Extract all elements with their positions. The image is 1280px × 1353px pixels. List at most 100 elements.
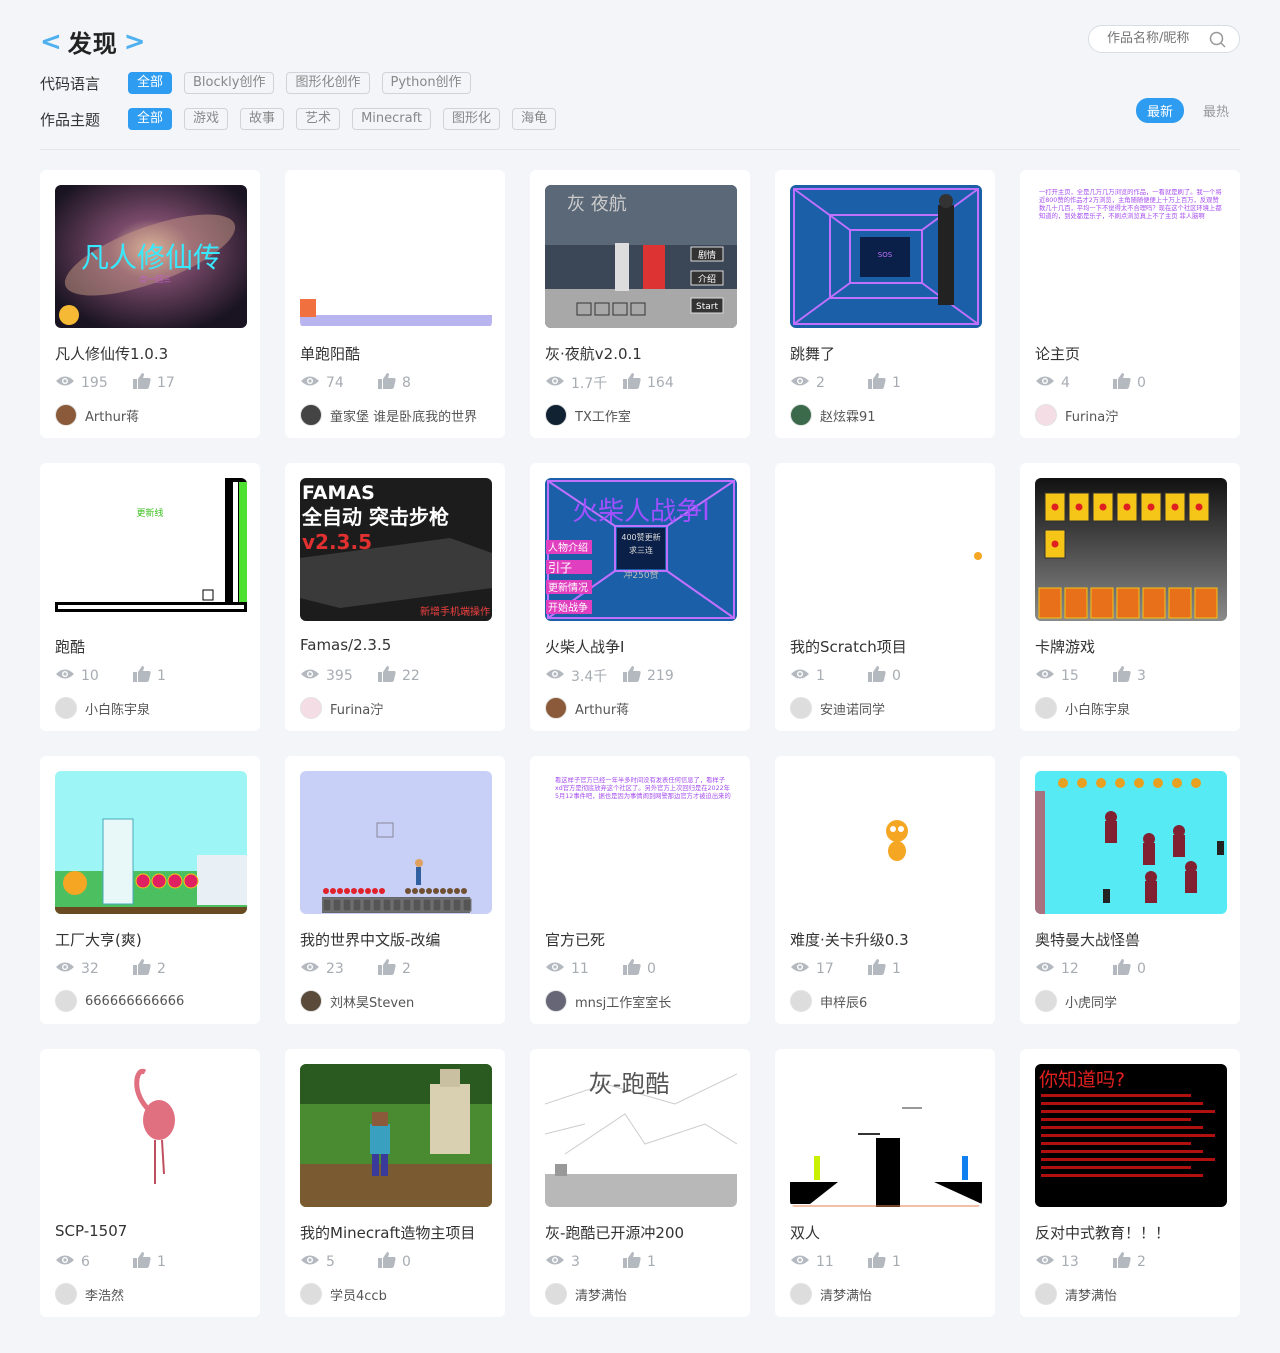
work-card[interactable]: SCP-1507 6 1 李浩然	[40, 1049, 260, 1317]
work-thumbnail[interactable]	[300, 185, 492, 328]
author-name[interactable]: 清梦满怡	[1065, 1285, 1117, 1304]
avatar[interactable]	[55, 697, 77, 719]
author-name[interactable]: 小白陈宇泉	[1065, 699, 1130, 718]
sort-newest-button[interactable]: 最新	[1135, 98, 1184, 123]
work-thumbnail[interactable]	[790, 771, 982, 914]
work-title[interactable]: 双人	[790, 1222, 820, 1243]
work-card[interactable]: 灰-跑酷 灰-跑酷已开源冲200 3 1 清梦满怡	[530, 1049, 750, 1317]
search-input[interactable]	[1105, 30, 1219, 47]
work-card[interactable]: 一打开主页，全是几万几万浏览的作品，一看就是刷了。我一个将近800赞的作品才2万…	[1020, 170, 1240, 438]
avatar[interactable]	[300, 1283, 322, 1305]
avatar[interactable]	[55, 990, 77, 1012]
work-card[interactable]: 火柴人战争I 400赞更新 求三连 冲250赞 人物介绍 引子 更新情况 开始战争 火柴人战争I…	[530, 463, 750, 731]
work-title[interactable]: 反对中式教育！！！	[1035, 1222, 1170, 1243]
avatar[interactable]	[545, 404, 567, 426]
author-name[interactable]: 童家堡 谁是卧底我的世界	[330, 406, 477, 425]
author-name[interactable]: TX工作室	[575, 406, 631, 425]
work-author[interactable]: 赵炫霖91	[790, 404, 876, 426]
work-author[interactable]: Arthur蒋	[55, 404, 139, 426]
work-author[interactable]: 李浩然	[55, 1283, 124, 1305]
work-title[interactable]: 我的Minecraft造物主项目	[300, 1222, 475, 1243]
author-name[interactable]: 666666666666	[85, 994, 184, 1009]
work-author[interactable]: Furina泞	[300, 697, 383, 719]
work-thumbnail[interactable]: 更新线	[55, 478, 247, 621]
work-thumbnail[interactable]	[55, 1064, 247, 1207]
work-author[interactable]: 刘林昊Steven	[300, 990, 414, 1012]
language-tag-graphical[interactable]: 图形化创作	[286, 72, 370, 94]
work-card[interactable]: 工厂大亨(爽) 32 2 666666666666	[40, 756, 260, 1024]
author-name[interactable]: 赵炫霖91	[820, 406, 876, 425]
work-author[interactable]: 清梦满怡	[790, 1283, 872, 1305]
language-tag-python[interactable]: Python创作	[381, 72, 471, 94]
search-icon[interactable]	[1209, 31, 1227, 53]
work-title[interactable]: 工厂大亨(爽)	[55, 929, 142, 950]
avatar[interactable]	[545, 1283, 567, 1305]
work-card[interactable]: FAMAS 全自动 突击步枪 v2.3.5 新增手机端操作 Famas/2.3.5 395…	[285, 463, 505, 731]
work-thumbnail[interactable]: 灰-跑酷	[545, 1064, 737, 1207]
avatar[interactable]	[790, 404, 812, 426]
work-author[interactable]: mnsj工作室室长	[545, 990, 671, 1012]
work-author[interactable]: TX工作室	[545, 404, 631, 426]
author-name[interactable]: Furina泞	[330, 699, 383, 718]
author-name[interactable]: 安迪诺同学	[820, 699, 885, 718]
work-thumbnail[interactable]: FAMAS 全自动 突击步枪 v2.3.5 新增手机端操作	[300, 478, 492, 621]
work-thumbnail[interactable]: 灰 夜航 剧情 介绍 Start	[545, 185, 737, 328]
work-thumbnail[interactable]	[790, 478, 982, 621]
work-title[interactable]: 论主页	[1035, 343, 1080, 364]
theme-tag-story[interactable]: 故事	[240, 108, 285, 130]
author-name[interactable]: 清梦满怡	[575, 1285, 627, 1304]
work-card[interactable]: 我的Scratch项目 1 0 安迪诺同学	[775, 463, 995, 731]
work-author[interactable]: 童家堡 谁是卧底我的世界	[300, 404, 477, 426]
avatar[interactable]	[55, 404, 77, 426]
theme-tag-all[interactable]: 全部	[128, 108, 173, 130]
work-title[interactable]: 跑酷	[55, 636, 85, 657]
work-card[interactable]: 凡人修仙传 点一回三 凡人修仙传1.0.3 195 17 Arthur蒋	[40, 170, 260, 438]
work-title[interactable]: 卡牌游戏	[1035, 636, 1095, 657]
sort-hottest-button[interactable]: 最热	[1192, 98, 1240, 123]
work-thumbnail[interactable]	[300, 1064, 492, 1207]
avatar[interactable]	[300, 697, 322, 719]
work-title[interactable]: 灰-跑酷已开源冲200	[545, 1222, 684, 1243]
work-title[interactable]: 单跑阳酷	[300, 343, 360, 364]
author-name[interactable]: 申梓辰6	[820, 992, 867, 1011]
author-name[interactable]: 学员4ccb	[330, 1285, 387, 1304]
avatar[interactable]	[790, 697, 812, 719]
theme-tag-minecraft[interactable]: Minecraft	[352, 108, 432, 130]
avatar[interactable]	[1035, 697, 1057, 719]
work-author[interactable]: Arthur蒋	[545, 697, 629, 719]
avatar[interactable]	[1035, 1283, 1057, 1305]
work-card[interactable]: 你知道吗? 反对中式教育！！！ 13 2 清梦满怡	[1020, 1049, 1240, 1317]
work-author[interactable]: 申梓辰6	[790, 990, 867, 1012]
theme-tag-turtle[interactable]: 海龟	[512, 108, 557, 130]
language-tag-all[interactable]: 全部	[128, 72, 173, 94]
avatar[interactable]	[545, 990, 567, 1012]
work-title[interactable]: 灰·夜航v2.0.1	[545, 343, 642, 364]
work-card[interactable]: 我的Minecraft造物主项目 5 0 学员4ccb	[285, 1049, 505, 1317]
work-thumbnail[interactable]: 凡人修仙传 点一回三	[55, 185, 247, 328]
work-thumbnail[interactable]: 看这样子官方已经一年半多时间没有发表任何信息了，看样子xd官方是彻底放弃这个社区…	[545, 771, 737, 914]
work-thumbnail[interactable]: 一打开主页，全是几万几万浏览的作品，一看就是刷了。我一个将近800赞的作品才2万…	[1035, 185, 1227, 328]
avatar[interactable]	[545, 697, 567, 719]
work-thumbnail[interactable]: SOS	[790, 185, 982, 328]
avatar[interactable]	[1035, 404, 1057, 426]
author-name[interactable]: 清梦满怡	[820, 1285, 872, 1304]
work-card[interactable]: 奥特曼大战怪兽 12 0 小虎同学	[1020, 756, 1240, 1024]
work-card[interactable]: SOS 跳舞了 2 1 赵炫霖91	[775, 170, 995, 438]
avatar[interactable]	[790, 990, 812, 1012]
avatar[interactable]	[300, 404, 322, 426]
work-card[interactable]: 难度·关卡升级0.3 17 1 申梓辰6	[775, 756, 995, 1024]
author-name[interactable]: Furina泞	[1065, 406, 1118, 425]
author-name[interactable]: 小虎同学	[1065, 992, 1117, 1011]
work-author[interactable]: 清梦满怡	[1035, 1283, 1117, 1305]
work-title[interactable]: 奥特曼大战怪兽	[1035, 929, 1140, 950]
avatar[interactable]	[300, 990, 322, 1012]
theme-tag-art[interactable]: 艺术	[296, 108, 341, 130]
work-author[interactable]: 小虎同学	[1035, 990, 1117, 1012]
work-card[interactable]: 灰 夜航 剧情 介绍 Start 灰·夜航v2.0.1 1.7千 164 TX工作室	[530, 170, 750, 438]
work-thumbnail[interactable]	[300, 771, 492, 914]
work-title[interactable]: Famas/2.3.5	[300, 636, 391, 654]
author-name[interactable]: 刘林昊Steven	[330, 992, 414, 1011]
author-name[interactable]: mnsj工作室室长	[575, 992, 671, 1011]
work-title[interactable]: 我的世界中文版-改编	[300, 929, 440, 950]
work-title[interactable]: 难度·关卡升级0.3	[790, 929, 909, 950]
